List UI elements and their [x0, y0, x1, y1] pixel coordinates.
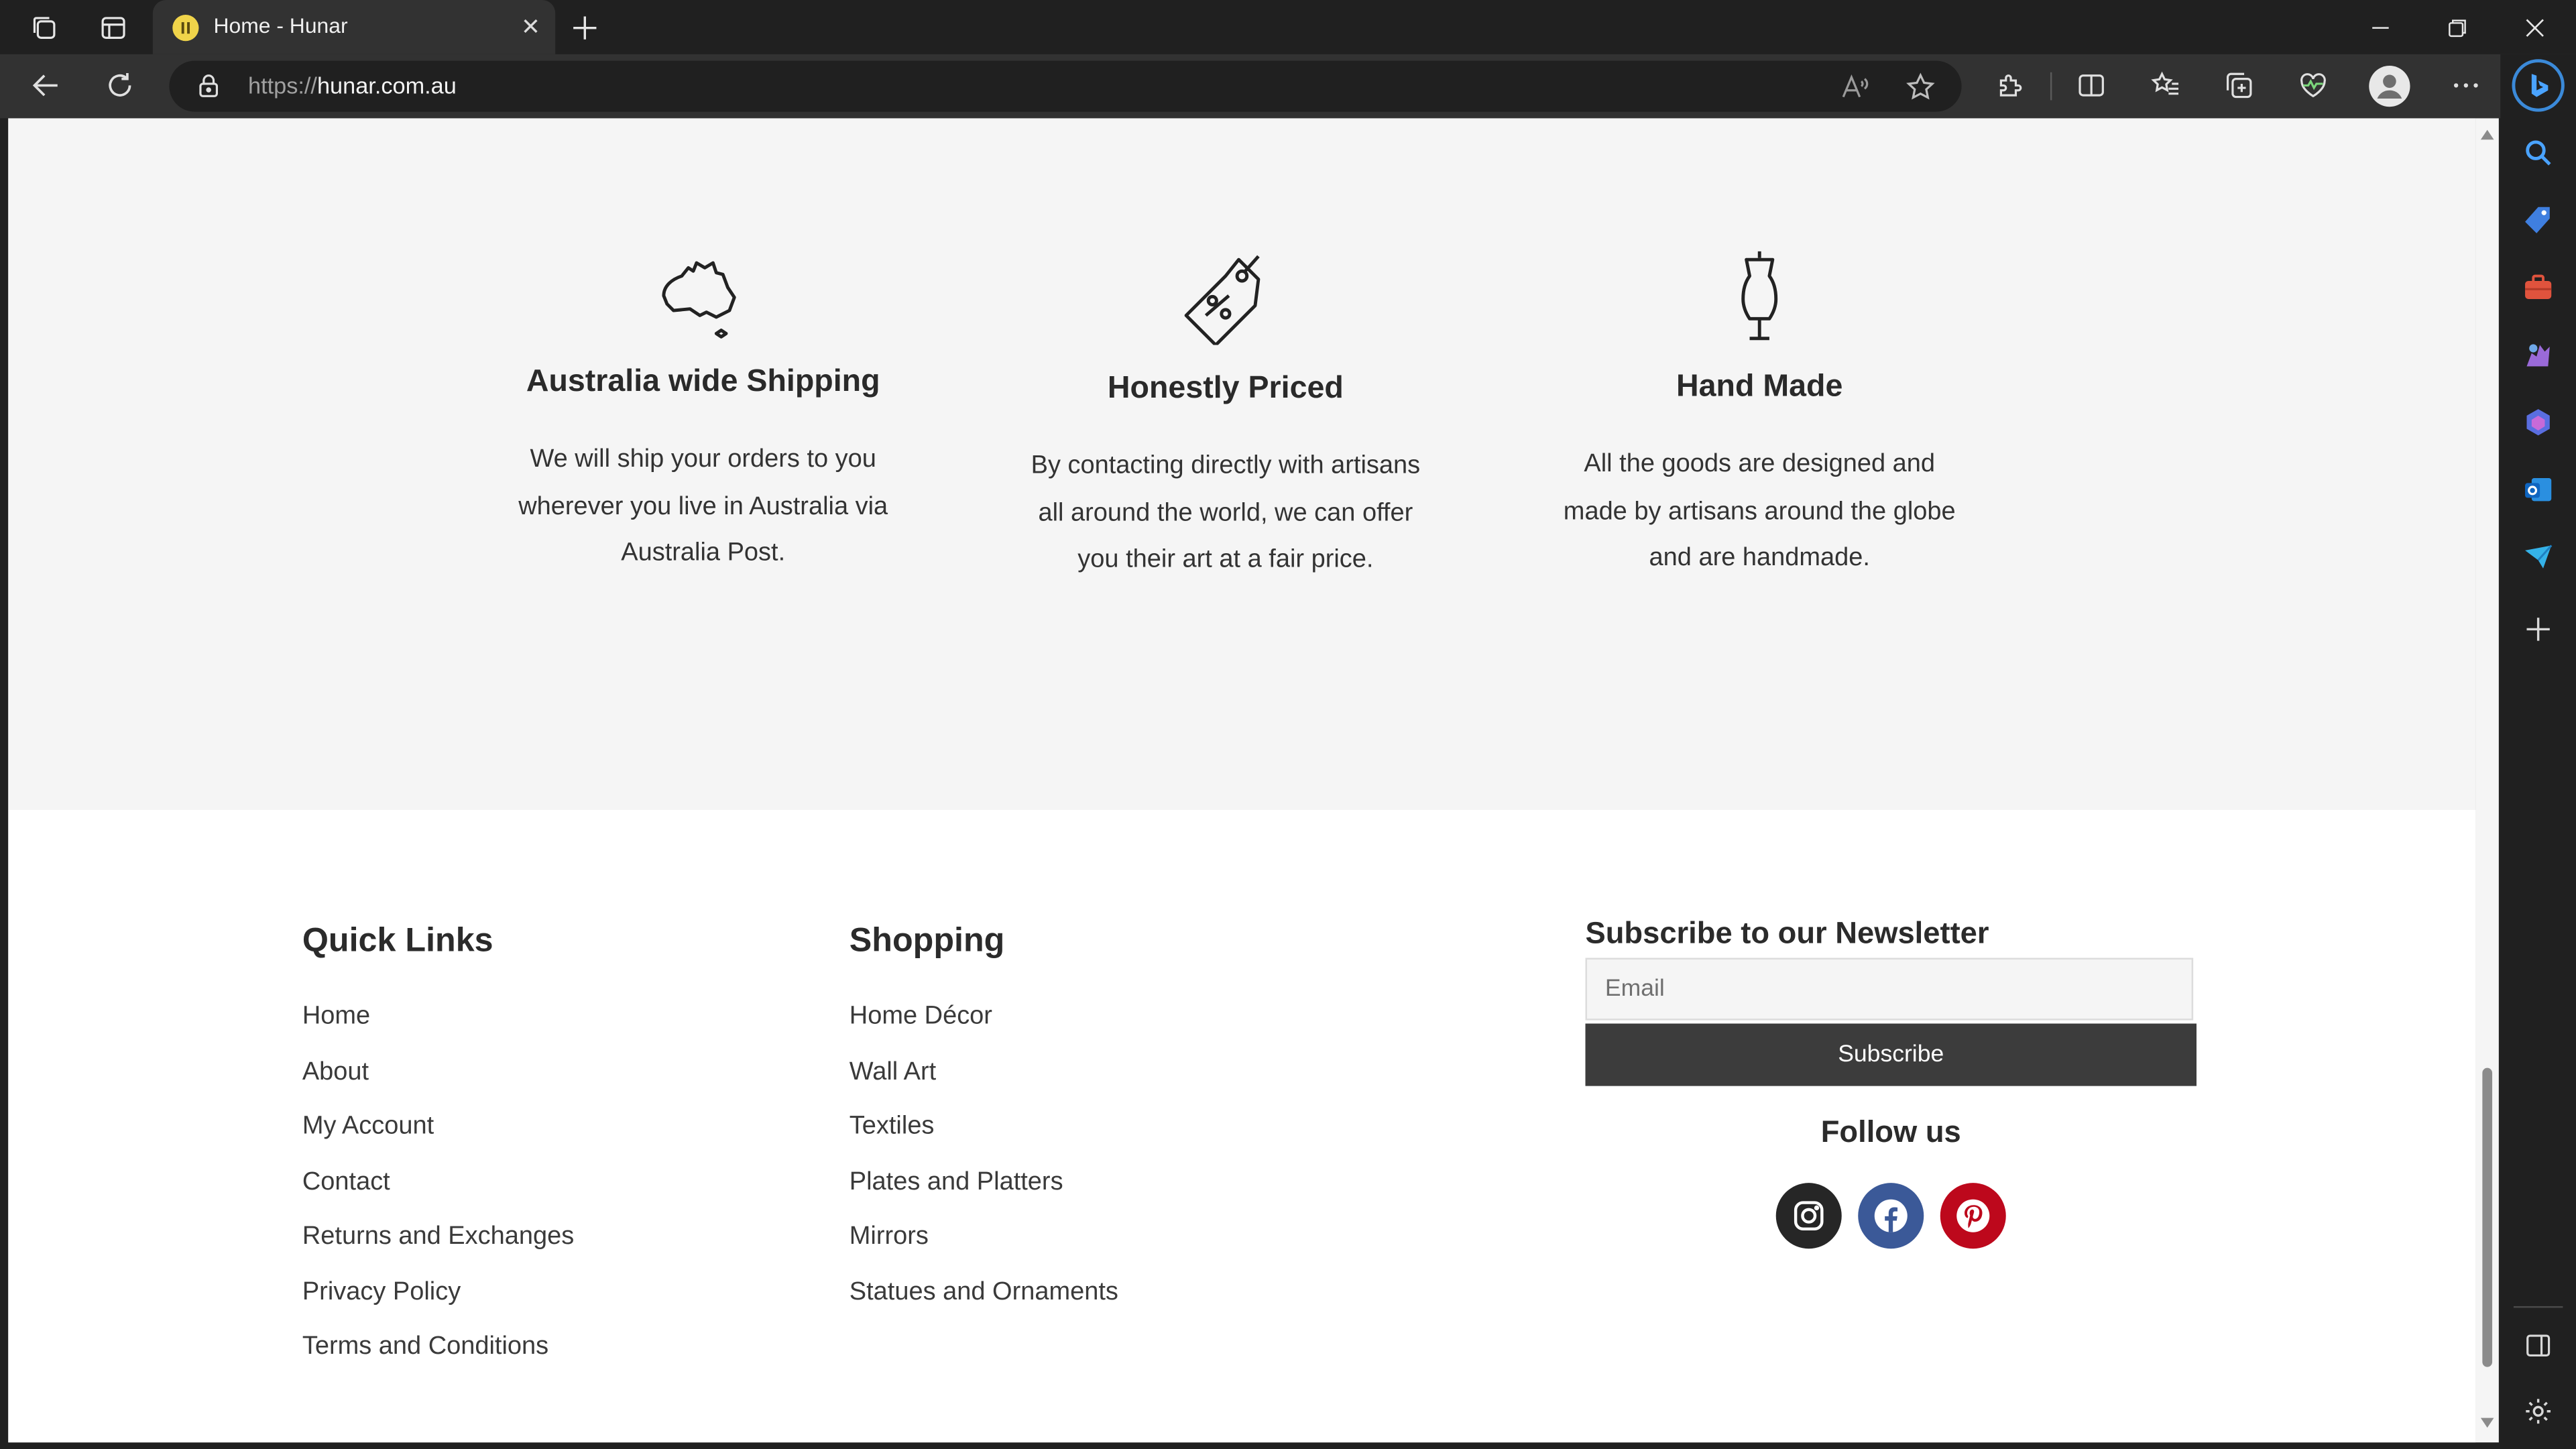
title-bar: Home - Hunar ✕ — [0, 0, 2576, 54]
feature-text: We will ship your orders to you wherever… — [518, 445, 888, 567]
close-window-icon[interactable] — [2497, 0, 2573, 54]
active-tab[interactable]: Home - Hunar ✕ — [152, 0, 556, 54]
dress-form-icon — [1710, 247, 1809, 345]
scrollbar-thumb[interactable] — [2482, 1067, 2493, 1367]
web-page: Australia wide Shipping We will ship you… — [8, 118, 2476, 1443]
new-tab-button[interactable] — [559, 0, 611, 54]
quick-links-heading: Quick Links — [302, 921, 493, 960]
favorites-list-icon[interactable] — [2139, 59, 2191, 111]
toolbar-divider — [2050, 72, 2052, 101]
footer-link-about[interactable]: About — [302, 1058, 369, 1088]
footer-link-home[interactable]: Home — [302, 1002, 370, 1032]
footer-link-home-decor[interactable]: Home Décor — [850, 1002, 992, 1032]
refresh-icon[interactable] — [94, 59, 146, 111]
site-footer: Quick Links Home About My Account Contac… — [8, 809, 2476, 1443]
australia-map-icon — [654, 247, 752, 345]
collections-icon[interactable] — [2213, 59, 2266, 111]
search-icon[interactable] — [2518, 133, 2558, 172]
scroll-down-icon[interactable] — [2480, 1417, 2494, 1428]
shopping-heading: Shopping — [849, 921, 1005, 960]
url-text[interactable]: https://hunar.com.au — [248, 72, 457, 99]
settings-gear-icon[interactable] — [2518, 1391, 2558, 1431]
restore-icon[interactable] — [2420, 0, 2496, 54]
lock-icon[interactable] — [196, 72, 222, 99]
footer-link-terms[interactable]: Terms and Conditions — [302, 1332, 548, 1362]
navigation-bar: https://hunar.com.au — [0, 54, 2576, 119]
footer-link-contact[interactable]: Contact — [302, 1168, 390, 1198]
microsoft-365-icon[interactable] — [2518, 402, 2558, 442]
instagram-icon[interactable] — [1775, 1183, 1842, 1249]
tab-actions-icon[interactable] — [85, 0, 141, 54]
feature-text: By contacting directly with artisans all… — [1031, 451, 1421, 574]
tab-title: Home - Hunar — [213, 13, 348, 38]
footer-link-textiles[interactable]: Textiles — [850, 1112, 935, 1142]
feature-pricing: Honestly Priced By contacting directly w… — [979, 247, 1472, 585]
feature-handmade: Hand Made All the goods are designed and… — [1513, 247, 2006, 583]
shopping-tag-icon[interactable] — [2518, 200, 2558, 240]
email-placeholder: Email — [1604, 976, 1665, 1002]
subscribe-button[interactable]: Subscribe — [1585, 1023, 2197, 1086]
footer-link-my-account[interactable]: My Account — [302, 1112, 434, 1142]
features-section: Australia wide Shipping We will ship you… — [8, 118, 2476, 810]
browser-window: Home - Hunar ✕ https://hunar.com.au Aust… — [0, 0, 2576, 1449]
footer-link-privacy[interactable]: Privacy Policy — [302, 1278, 461, 1308]
email-input[interactable]: Email — [1585, 958, 2194, 1021]
footer-link-statues[interactable]: Statues and Ornaments — [850, 1278, 1118, 1308]
feature-title: Honestly Priced — [1107, 371, 1344, 406]
footer-link-plates[interactable]: Plates and Platters — [850, 1168, 1063, 1198]
price-tag-icon — [1176, 247, 1275, 347]
feature-title: Hand Made — [1676, 369, 1843, 404]
newsletter-heading: Subscribe to our Newsletter — [1585, 915, 1989, 950]
more-icon[interactable] — [2440, 59, 2492, 111]
sidebar-divider — [2513, 1306, 2563, 1308]
minimize-icon[interactable] — [2343, 0, 2418, 54]
pinterest-icon[interactable] — [1940, 1183, 2006, 1249]
address-bar[interactable]: https://hunar.com.au — [169, 60, 1962, 112]
outlook-icon[interactable] — [2518, 470, 2558, 510]
back-arrow-icon[interactable] — [19, 59, 72, 111]
bing-icon[interactable] — [2512, 59, 2565, 112]
site-favicon-icon — [172, 15, 199, 42]
feature-text: All the goods are designed and made by a… — [1563, 450, 1956, 572]
footer-link-mirrors[interactable]: Mirrors — [850, 1222, 929, 1252]
page-scrollbar[interactable] — [2475, 118, 2499, 1443]
profile-icon[interactable] — [2369, 66, 2410, 107]
workspaces-icon[interactable] — [17, 0, 72, 54]
edge-sidebar — [2500, 54, 2576, 1449]
add-icon[interactable] — [2518, 610, 2558, 649]
heartbeat-icon[interactable] — [2287, 59, 2339, 111]
footer-link-wall-art[interactable]: Wall Art — [850, 1058, 936, 1088]
close-tab-icon[interactable]: ✕ — [514, 10, 547, 43]
tools-icon[interactable] — [2518, 268, 2558, 307]
read-aloud-icon[interactable] — [1840, 72, 1869, 102]
puzzle-icon[interactable] — [1983, 59, 2035, 111]
star-icon[interactable] — [1906, 72, 1935, 102]
split-screen-icon[interactable] — [2065, 59, 2117, 111]
games-icon[interactable] — [2518, 335, 2558, 375]
feature-shipping: Australia wide Shipping We will ship you… — [457, 247, 949, 578]
scroll-up-icon[interactable] — [2480, 129, 2494, 140]
follow-us-heading: Follow us — [1820, 1114, 1961, 1149]
feature-title: Australia wide Shipping — [526, 364, 880, 400]
footer-link-returns[interactable]: Returns and Exchanges — [302, 1222, 574, 1252]
facebook-icon[interactable] — [1858, 1183, 1924, 1249]
send-icon[interactable] — [2518, 537, 2558, 577]
hide-sidebar-icon[interactable] — [2518, 1326, 2558, 1365]
